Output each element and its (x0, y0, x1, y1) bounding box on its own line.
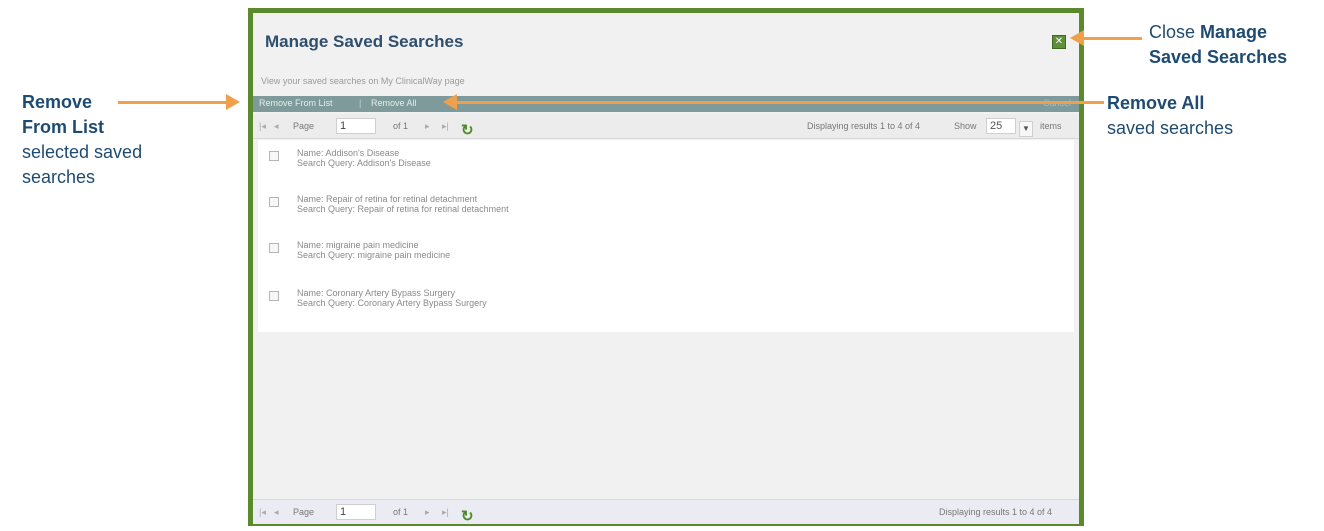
search-name: Name: Coronary Artery Bypass Surgery (297, 288, 456, 298)
manage-saved-searches-dialog: Manage Saved Searches ✕ View your saved … (248, 8, 1084, 526)
annotation-arrow-line (118, 101, 230, 104)
select-checkbox[interactable] (269, 291, 279, 301)
close-icon[interactable]: ✕ (1052, 35, 1066, 49)
action-separator: | (359, 98, 362, 108)
page-size-input[interactable] (986, 118, 1016, 134)
search-name: Name: Repair of retina for retinal detac… (297, 194, 478, 204)
displaying-results: Displaying results 1 to 4 of 4 (807, 121, 921, 131)
annotation-arrow-line (1082, 37, 1142, 40)
dialog-subtitle: View your saved searches on My ClinicalW… (261, 76, 465, 86)
pager-top: |◂ ◂ Page of 1 ▸ ▸| ↻ Displaying results… (253, 114, 1079, 139)
annotation-text: searches (22, 167, 96, 187)
first-page-icon[interactable]: |◂ (259, 121, 266, 132)
search-query: Search Query: Coronary Artery Bypass Sur… (297, 298, 487, 308)
annotation-text: Close (1149, 22, 1201, 42)
displaying-results: Displaying results 1 to 4 of 4 (939, 507, 1053, 517)
list-item: Name: Repair of retina for retinal detac… (258, 186, 1074, 226)
search-query: Search Query: migraine pain medicine (297, 250, 451, 260)
annotation-remove-from-list: Remove From List selected saved searches (22, 90, 142, 190)
page-count-label: of 1 (393, 121, 409, 131)
pager-bottom: |◂ ◂ Page of 1 ▸ ▸| ↻ Displaying results… (253, 499, 1079, 525)
annotation-bold: Remove All (1107, 93, 1205, 113)
annotation-close: Close Manage Saved Searches (1149, 20, 1287, 70)
last-page-icon[interactable]: ▸| (442, 121, 449, 132)
prev-page-icon[interactable]: ◂ (274, 121, 279, 132)
annotation-arrow-head (1070, 30, 1084, 46)
search-query: Search Query: Repair of retina for retin… (297, 204, 509, 214)
annotation-bold: From List (22, 117, 105, 137)
remove-all-button[interactable]: Remove All (371, 98, 417, 108)
select-checkbox[interactable] (269, 243, 279, 253)
remove-from-list-button[interactable]: Remove From List (259, 98, 333, 108)
dialog-title: Manage Saved Searches (265, 32, 464, 51)
annotation-bold: Remove (22, 92, 93, 112)
page-number-input[interactable] (336, 504, 376, 520)
page-label: Page (293, 507, 315, 517)
last-page-icon[interactable]: ▸| (442, 507, 449, 518)
annotation-remove-all: Remove All saved searches (1107, 91, 1233, 141)
annotation-bold: Manage (1200, 22, 1268, 42)
list-item: Name: Coronary Artery Bypass Surgery Sea… (258, 280, 1074, 320)
prev-page-icon[interactable]: ◂ (274, 507, 279, 518)
first-page-icon[interactable]: |◂ (259, 507, 266, 518)
next-page-icon[interactable]: ▸ (425, 507, 430, 518)
annotation-text: saved searches (1107, 118, 1234, 138)
search-name: Name: migraine pain medicine (297, 240, 419, 250)
annotation-bold: Saved Searches (1149, 47, 1288, 67)
select-checkbox[interactable] (269, 197, 279, 207)
show-label: Show (954, 121, 977, 131)
annotation-arrow-head (443, 94, 457, 110)
saved-searches-list: Name: Addison's Disease Search Query: Ad… (258, 140, 1074, 332)
page-label: Page (293, 121, 315, 131)
next-page-icon[interactable]: ▸ (425, 121, 430, 132)
list-item: Name: migraine pain medicine Search Quer… (258, 232, 1074, 272)
chevron-down-icon[interactable]: ▼ (1019, 121, 1033, 137)
page-number-input[interactable] (336, 118, 376, 134)
list-item: Name: Addison's Disease Search Query: Ad… (258, 140, 1074, 180)
search-name: Name: Addison's Disease (297, 148, 400, 158)
page-count-label: of 1 (393, 507, 409, 517)
items-label: items (1040, 121, 1062, 131)
action-bar: Remove From List | Remove All Cancel (253, 96, 1079, 112)
refresh-icon[interactable]: ↻ (461, 507, 474, 525)
refresh-icon[interactable]: ↻ (461, 121, 474, 139)
annotation-arrow-head (226, 94, 240, 110)
select-checkbox[interactable] (269, 151, 279, 161)
annotation-text: selected saved (22, 142, 143, 162)
annotation-arrow-line (456, 101, 1104, 104)
search-query: Search Query: Addison's Disease (297, 158, 431, 168)
